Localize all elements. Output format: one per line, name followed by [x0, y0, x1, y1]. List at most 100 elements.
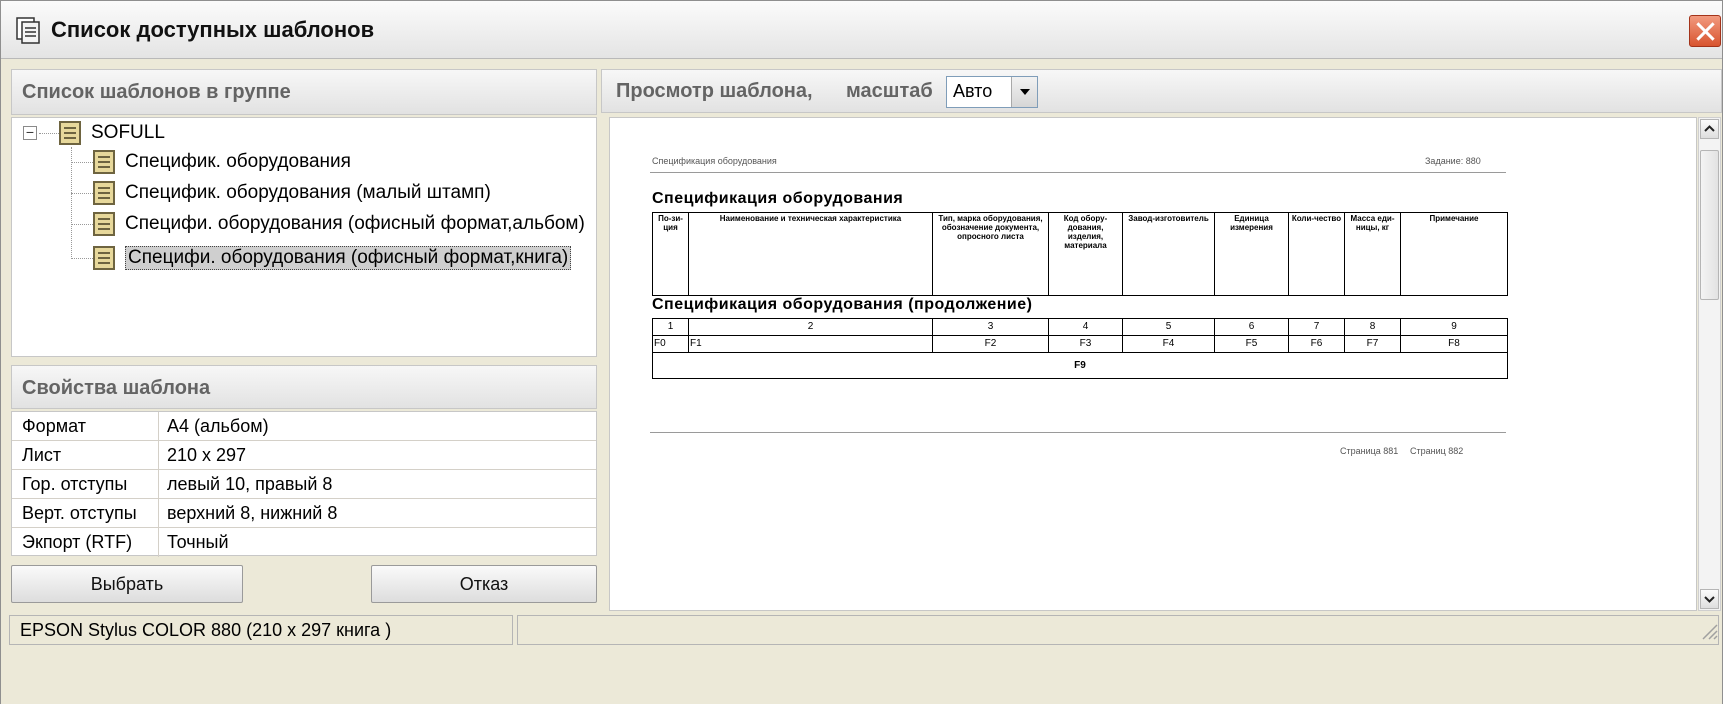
cancel-button[interactable]: Отказ [371, 565, 597, 603]
sheet-header-left: Спецификация оборудования [652, 156, 777, 166]
property-row: Верт. отступы верхний 8, нижний 8 [12, 499, 596, 528]
field-code: F4 [1122, 335, 1215, 353]
chevron-down-icon[interactable] [1011, 77, 1037, 107]
preview-label: Просмотр шаблона, [616, 80, 813, 102]
column-number: 2 [688, 318, 933, 336]
column-header: Завод-изготовитель [1122, 212, 1215, 296]
chevron-up-icon [1704, 125, 1715, 132]
field-code: F7 [1344, 335, 1401, 353]
tree-item-selected[interactable]: Специфи. оборудования (офисный формат,кн… [93, 243, 572, 273]
properties-panel-header: Свойства шаблона [11, 365, 597, 409]
field-code: F2 [932, 335, 1049, 353]
column-number: 3 [932, 318, 1049, 336]
templates-icon [16, 17, 40, 44]
scale-select[interactable]: Авто [946, 76, 1038, 108]
printer-status: EPSON Stylus COLOR 880 (210 x 297 книга … [9, 615, 513, 645]
column-header: Тип, марка оборудования, обозначение док… [932, 212, 1049, 296]
title-bar: Список доступных шаблонов [1, 1, 1722, 59]
property-key: Верт. отступы [12, 499, 159, 527]
templates-panel-header: Список шаблонов в группе [11, 69, 597, 115]
properties-table: Формат А4 (альбом) Лист 210 x 297 Гор. о… [11, 411, 597, 557]
property-row: Гор. отступы левый 10, правый 8 [12, 470, 596, 499]
tree-connector [39, 133, 59, 134]
scroll-up-button[interactable] [1700, 119, 1719, 139]
column-header: По-зи-ция [652, 212, 689, 296]
template-list-dialog: Список доступных шаблонов Список шаблоно… [0, 0, 1723, 704]
collapse-toggle[interactable]: − [23, 125, 37, 140]
sheet-footer-rule [650, 432, 1506, 433]
template-group-icon [59, 121, 81, 145]
column-number: 4 [1048, 318, 1123, 336]
tree-root-label: SOFULL [91, 122, 165, 143]
property-row: Лист 210 x 297 [12, 441, 596, 470]
column-number: 6 [1214, 318, 1289, 336]
footer-pages: Страниц 882 [1410, 446, 1464, 456]
property-key: Лист [12, 441, 159, 469]
column-header: Единица измерения [1214, 212, 1289, 296]
column-header: Масса еди-ницы, кг [1344, 212, 1401, 296]
scale-value: Авто [953, 81, 993, 101]
property-value: верхний 8, нижний 8 [167, 503, 338, 523]
tree-connector [71, 224, 93, 225]
template-preview: Спецификация оборудования Задание: 880 С… [609, 117, 1697, 611]
close-button[interactable] [1689, 15, 1721, 47]
spec-continuation-table: 1 2 3 4 5 6 7 8 9 F0 F1 F2 F3 F4 F5 F6 F… [652, 318, 1508, 379]
tree-connector [71, 147, 72, 259]
field-code: F6 [1288, 335, 1345, 353]
status-extra [517, 615, 1719, 645]
chevron-down-icon [1704, 596, 1715, 603]
tree-connector [71, 162, 93, 163]
field-code: F8 [1400, 335, 1508, 353]
property-value: левый 10, правый 8 [167, 474, 333, 494]
preview-header: Просмотр шаблона, масштаб Авто [601, 69, 1722, 113]
field-code: F1 [688, 335, 933, 353]
resize-grip-icon[interactable] [1697, 619, 1719, 641]
footer-page: Страница 881 [1340, 446, 1399, 456]
property-value: А4 (альбом) [167, 416, 269, 436]
footer-field-code: F9 [652, 352, 1508, 379]
field-code: F3 [1048, 335, 1123, 353]
tree-item[interactable]: Специфи. оборудования (офисный формат,ал… [93, 209, 585, 239]
property-key: Гор. отступы [12, 470, 159, 498]
tree-connector [71, 193, 93, 194]
window-title: Список доступных шаблонов [51, 17, 375, 42]
property-key: Формат [12, 412, 159, 440]
preview-scrollbar[interactable] [1698, 117, 1721, 611]
template-icon [93, 181, 115, 205]
property-row: Экпорт (RTF) Точный [12, 528, 596, 557]
column-number: 7 [1288, 318, 1345, 336]
template-icon [93, 212, 115, 236]
property-key: Экпорт (RTF) [12, 528, 159, 557]
scale-label: масштаб [846, 80, 933, 102]
column-header: Примечание [1400, 212, 1508, 296]
field-code: F5 [1214, 335, 1289, 353]
tree-item-label: Специфик. оборудования [125, 151, 351, 172]
tree-item-label: Специфик. оборудования (малый штамп) [125, 182, 491, 203]
sheet-header-right: Задание: 880 [1425, 156, 1481, 166]
select-button[interactable]: Выбрать [11, 565, 243, 603]
sheet-header-rule [650, 172, 1506, 173]
column-number: 5 [1122, 318, 1215, 336]
column-header: Код обору-дования, изделия, материала [1048, 212, 1123, 296]
column-number: 9 [1400, 318, 1508, 336]
tree-root-sofull[interactable]: SOFULL [59, 118, 165, 148]
tree-item[interactable]: Специфик. оборудования [93, 147, 351, 177]
scroll-down-button[interactable] [1700, 589, 1719, 609]
column-number: 8 [1344, 318, 1401, 336]
spec-header-table: По-зи-ция Наименование и техническая хар… [652, 212, 1508, 296]
continuation-title: Спецификация оборудования (продолжение) [652, 296, 1033, 313]
template-icon [93, 246, 115, 270]
property-value: Точный [167, 532, 229, 552]
column-number: 1 [652, 318, 689, 336]
tree-item-label: Специфи. оборудования (офисный формат,ал… [125, 213, 585, 234]
status-bar: EPSON Stylus COLOR 880 (210 x 297 книга … [1, 615, 1722, 704]
property-row: Формат А4 (альбом) [12, 412, 596, 441]
tree-connector [71, 258, 93, 259]
property-value: 210 x 297 [167, 445, 247, 465]
scroll-thumb[interactable] [1700, 150, 1719, 300]
sheet-title: Спецификация оборудования [652, 190, 904, 207]
column-header: Коли-чество [1288, 212, 1345, 296]
tree-item-label: Специфи. оборудования (офисный формат,кн… [125, 246, 572, 270]
tree-item[interactable]: Специфик. оборудования (малый штамп) [93, 178, 491, 208]
template-icon [93, 150, 115, 174]
